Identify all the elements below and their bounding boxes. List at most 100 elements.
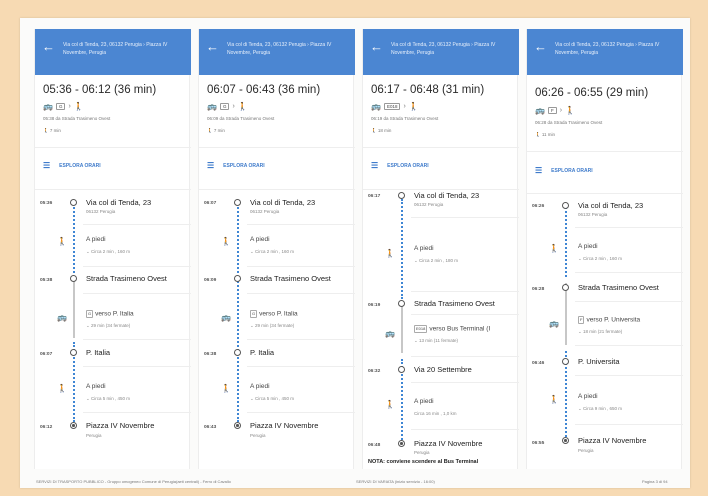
divider (247, 266, 355, 267)
divider (411, 429, 519, 430)
divider (411, 382, 519, 383)
schedule-lines-icon: ☰ (371, 161, 379, 170)
stop-name: Strada Trasimeno Ovest (578, 283, 659, 292)
note-text: NOTA: conviene scendere al Bus Terminal (368, 459, 479, 465)
stop-marker (70, 349, 77, 356)
divider (247, 412, 355, 413)
bus-line-badge: F (547, 107, 557, 114)
route-title: Via col di Tenda, 23, 06132 Perugia › Pi… (63, 42, 168, 56)
stop-name: Strada Trasimeno Ovest (414, 299, 495, 308)
origin-name: Via col di Tenda, 23 (414, 191, 480, 200)
walk-total: 🚶 18 min (371, 128, 392, 133)
bus-icon: 🚌 (371, 102, 381, 111)
walk-icon: 🚶 (565, 106, 576, 115)
mode-summary: 🚌 E018 › 🚶 (371, 102, 419, 111)
walk-total: 🚶 11 min (535, 132, 556, 137)
divider (199, 147, 355, 148)
stop-marker (234, 349, 241, 356)
stop-name: Via 20 Settembre (414, 365, 472, 374)
footer-middle: SERVIZI DI VARIATA (inizio servizio - 16… (356, 479, 435, 484)
origin-sub: 06132 Perugia (414, 202, 444, 207)
bus-icon: 🚌 (207, 102, 217, 111)
itinerary-card: ← Via col di Tenda, 23, 06132 Perugia › … (34, 29, 191, 469)
origin-sub: 06132 Perugia (250, 209, 280, 214)
bus-detail[interactable]: ⌄ 18 min (21 fermate) (578, 329, 622, 335)
stop-marker (562, 284, 569, 291)
stop-time: 06:46 (532, 361, 545, 366)
walk-label: A piedi (250, 236, 270, 243)
bus-line-badge: E018 (383, 103, 401, 110)
walk-label: A piedi (86, 236, 106, 243)
walk-detail[interactable]: Circa 16 min , 1,0 km (414, 411, 457, 416)
destination-name: Piazza IV Novembre (250, 421, 319, 430)
walk-detail[interactable]: ⌄ Circa 9 min , 650 m (578, 406, 622, 412)
stop-time: 06:55 (532, 441, 545, 446)
schedule-lines-icon: ☰ (43, 161, 51, 170)
stop-marker (234, 275, 241, 282)
destination-name: Piazza IV Novembre (86, 421, 155, 430)
divider (83, 412, 191, 413)
destination-name: Piazza IV Novembre (414, 439, 483, 448)
stop-name: P. Italia (250, 348, 275, 357)
bus-icon: 🚌 (385, 329, 395, 338)
explore-schedules-button[interactable]: ☰ ESPLORA ORARI (43, 161, 101, 170)
walk-detail[interactable]: ⌄ Circa 5 min , 450 m (86, 396, 130, 402)
explore-schedules-button[interactable]: ☰ ESPLORA ORARI (535, 166, 593, 175)
explore-schedules-button[interactable]: ☰ ESPLORA ORARI (207, 161, 265, 170)
card-header: ← Via col di Tenda, 23, 06132 Perugia › … (35, 29, 191, 75)
walk-label: A piedi (86, 383, 106, 390)
stop-time: 06:32 (368, 369, 381, 374)
chevron-right-icon: › (559, 107, 563, 114)
mode-summary: 🚌 G › 🚶 (43, 102, 84, 111)
divider (247, 366, 355, 367)
walk-label: A piedi (414, 398, 434, 405)
walk-label: A piedi (250, 383, 270, 390)
stop-time: 06:07 (204, 201, 217, 206)
walk-icon: 🚶 (221, 384, 231, 393)
stop-time: 06:12 (40, 425, 53, 430)
schedule-lines-icon: ☰ (535, 166, 543, 175)
divider (527, 193, 683, 194)
departure-info: 06:09 da Strada Trasimeno Ovest (207, 116, 275, 121)
explore-label: ESPLORA ORARI (59, 162, 101, 169)
bus-icon: 🚌 (221, 313, 231, 322)
bus-detail[interactable]: ⌄ 13 min (11 fermate) (414, 338, 458, 344)
bus-detail[interactable]: ⌄ 29 min (34 fermate) (250, 323, 294, 329)
stop-marker (234, 199, 241, 206)
explore-schedules-button[interactable]: ☰ ESPLORA ORARI (371, 161, 429, 170)
departure-info: 06:28 da Strada Trasimeno Ovest (535, 120, 603, 125)
origin-sub: 06132 Perugia (86, 209, 116, 214)
destination-marker (234, 422, 241, 429)
stop-marker (398, 192, 405, 199)
walk-detail[interactable]: ⌄ Circa 2 min , 160 m (250, 249, 294, 255)
stop-time: 05:38 (40, 278, 53, 283)
divider (247, 339, 355, 340)
back-arrow-icon[interactable]: ← (370, 39, 383, 54)
stop-time: 06:07 (40, 352, 53, 357)
divider (575, 272, 683, 273)
mode-summary: 🚌 G › 🚶 (207, 102, 248, 111)
walk-icon: 🚶 (549, 244, 559, 253)
stop-marker (398, 300, 405, 307)
destination-marker (562, 437, 569, 444)
stop-marker (562, 202, 569, 209)
walk-label: A piedi (414, 245, 434, 252)
back-arrow-icon[interactable]: ← (534, 39, 547, 54)
walk-detail[interactable]: ⌄ Circa 2 min , 180 m (414, 258, 458, 264)
divider (35, 147, 191, 148)
walk-icon: 🚶 (73, 102, 84, 111)
walk-detail[interactable]: ⌄ Circa 2 min , 160 m (86, 249, 130, 255)
divider (199, 189, 355, 190)
explore-label: ESPLORA ORARI (387, 162, 429, 169)
destination-sub: Perugia (86, 433, 102, 438)
origin-name: Via col di Tenda, 23 (86, 198, 152, 207)
back-arrow-icon[interactable]: ← (206, 39, 219, 54)
walk-detail[interactable]: ⌄ Circa 5 min , 450 m (250, 396, 294, 402)
origin-name: Via col di Tenda, 23 (578, 201, 644, 210)
bus-line-badge: G (219, 103, 230, 110)
walk-detail[interactable]: ⌄ Circa 2 min , 160 m (578, 256, 622, 262)
divider (83, 266, 191, 267)
back-arrow-icon[interactable]: ← (42, 39, 55, 54)
schedule-lines-icon: ☰ (207, 161, 215, 170)
bus-detail[interactable]: ⌄ 29 min (34 fermate) (86, 323, 130, 329)
